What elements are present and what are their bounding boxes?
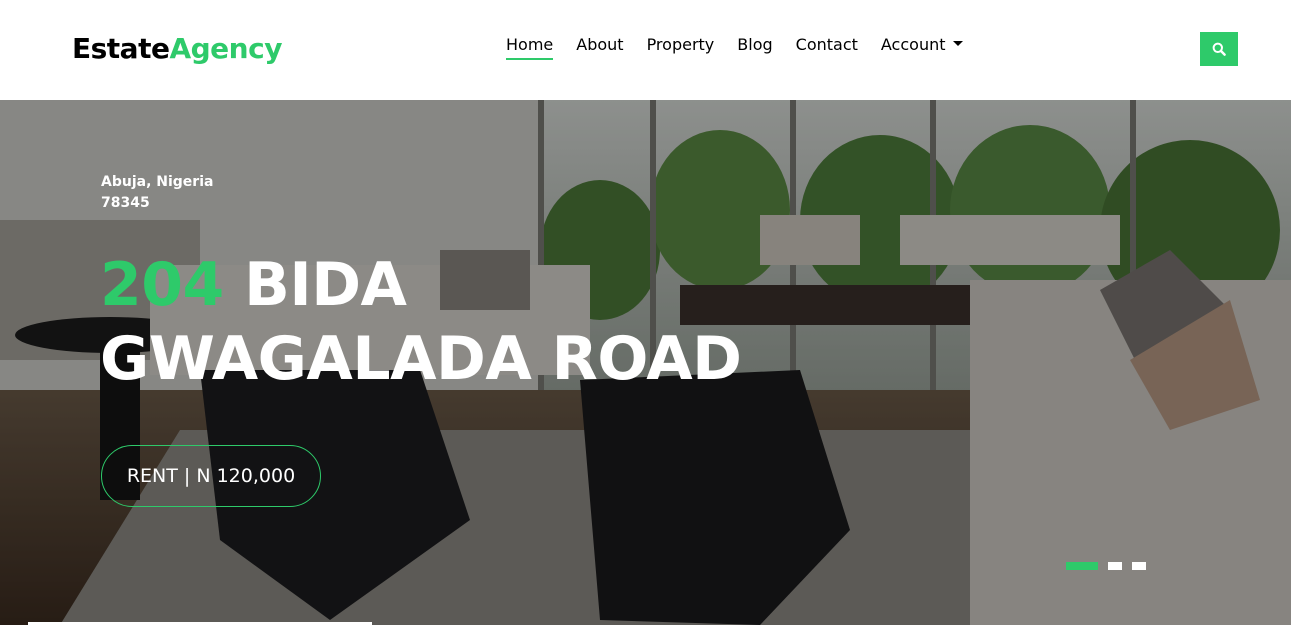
nav-account-label: Account [880, 35, 946, 54]
logo-part-agency: Agency [169, 32, 282, 65]
carousel-dot-1[interactable] [1066, 562, 1098, 570]
address-zip: 78345 [101, 195, 150, 211]
property-address: Abuja, Nigeria 78345 [101, 172, 213, 214]
carousel-dot-2[interactable] [1108, 562, 1122, 570]
search-icon [1212, 42, 1226, 56]
nav-account-dropdown[interactable]: Account [881, 35, 963, 55]
nav-about[interactable]: About [576, 35, 623, 55]
address-city: Abuja, Nigeria [101, 174, 214, 190]
rent-price-button[interactable]: RENT | N 120,000 [101, 445, 321, 507]
property-title: 204 BIDA GWAGALADA ROAD [100, 248, 800, 396]
site-header: EstateAgency Home About Property Blog Co… [0, 0, 1291, 100]
hero-slider: Abuja, Nigeria 78345 204 BIDA GWAGALADA … [0, 100, 1291, 625]
property-title-line1: BIDA [223, 250, 407, 320]
property-number: 204 [100, 250, 224, 320]
caret-down-icon [952, 41, 963, 46]
site-logo[interactable]: EstateAgency [72, 31, 282, 67]
carousel-dots [1066, 562, 1156, 570]
carousel-dot-3[interactable] [1132, 562, 1146, 570]
search-button[interactable] [1200, 32, 1238, 66]
nav-property[interactable]: Property [647, 35, 715, 55]
property-title-line2: GWAGALADA ROAD [100, 324, 742, 394]
nav-home[interactable]: Home [506, 35, 554, 60]
nav-blog[interactable]: Blog [737, 35, 772, 55]
main-nav: Home About Property Blog Contact Account [506, 35, 986, 60]
logo-part-estate: Estate [72, 32, 170, 65]
nav-contact[interactable]: Contact [796, 35, 858, 55]
